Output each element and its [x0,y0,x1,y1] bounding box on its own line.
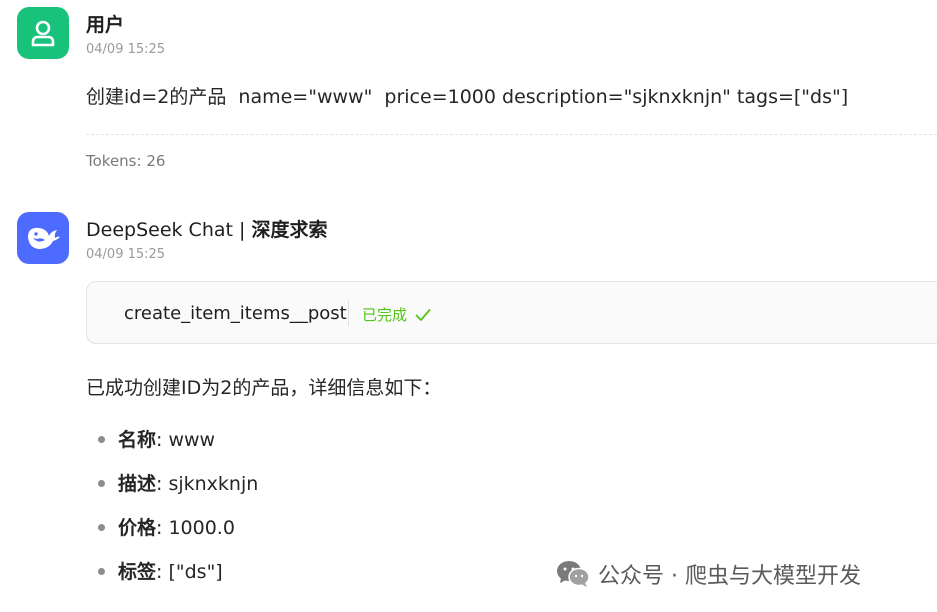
detail-key: 价格 [118,517,157,539]
bot-sender-name: DeepSeek Chat | 深度求索 [86,215,327,242]
bot-name: DeepSeek Chat | [86,219,252,241]
chat-window: 用户 04/09 15:25 创建id=2的产品 name="www" pric… [0,0,937,612]
list-item: 名称: www [98,425,258,469]
tool-call-status: 已完成 [362,304,431,325]
bullet-icon [98,436,105,443]
detail-value: : www [156,429,216,451]
deepseek-avatar [17,212,69,264]
user-timestamp: 04/09 15:25 [86,42,166,57]
watermark-text: 公众号 · 爬虫与大模型开发 [598,564,861,589]
list-item: 价格: 1000.0 [98,513,258,557]
wechat-icon [557,561,590,587]
detail-value: : sjknxknjn [156,473,259,495]
user-avatar [17,7,69,59]
bullet-icon [98,524,105,531]
message-divider [86,134,937,135]
token-count: Tokens: 26 [86,152,166,170]
tool-call-separator [348,300,349,326]
bullet-icon [98,480,105,487]
detail-key: 描述 [118,473,157,495]
checkmark-icon [415,308,431,321]
watermark: 公众号 · 爬虫与大模型开发 [556,558,861,590]
bot-timestamp: 04/09 15:25 [86,247,166,262]
detail-value: : 1000.0 [156,517,235,539]
user-message-text: 创建id=2的产品 name="www" price=1000 descript… [86,86,849,108]
bullet-icon [98,568,105,575]
user-sender-name: 用户 [86,14,125,36]
detail-value: : ["ds"] [156,561,223,583]
detail-key: 标签 [118,561,157,583]
detail-key: 名称 [118,429,157,451]
tool-call-card[interactable]: create_item_items__post 已完成 [86,281,937,344]
tool-status-label: 已完成 [362,306,408,324]
product-detail-list: 名称: www 描述: sjknxknjn 价格: 1000.0 标签: ["d… [98,425,258,601]
bot-reply-intro: 已成功创建ID为2的产品，详细信息如下： [86,377,442,399]
list-item: 描述: sjknxknjn [98,469,258,513]
bot-org: 深度求索 [251,219,328,241]
tool-call-name: create_item_items__post [124,303,347,324]
deepseek-whale-icon [28,227,60,249]
list-item: 标签: ["ds"] [98,557,258,601]
user-icon [31,20,55,47]
